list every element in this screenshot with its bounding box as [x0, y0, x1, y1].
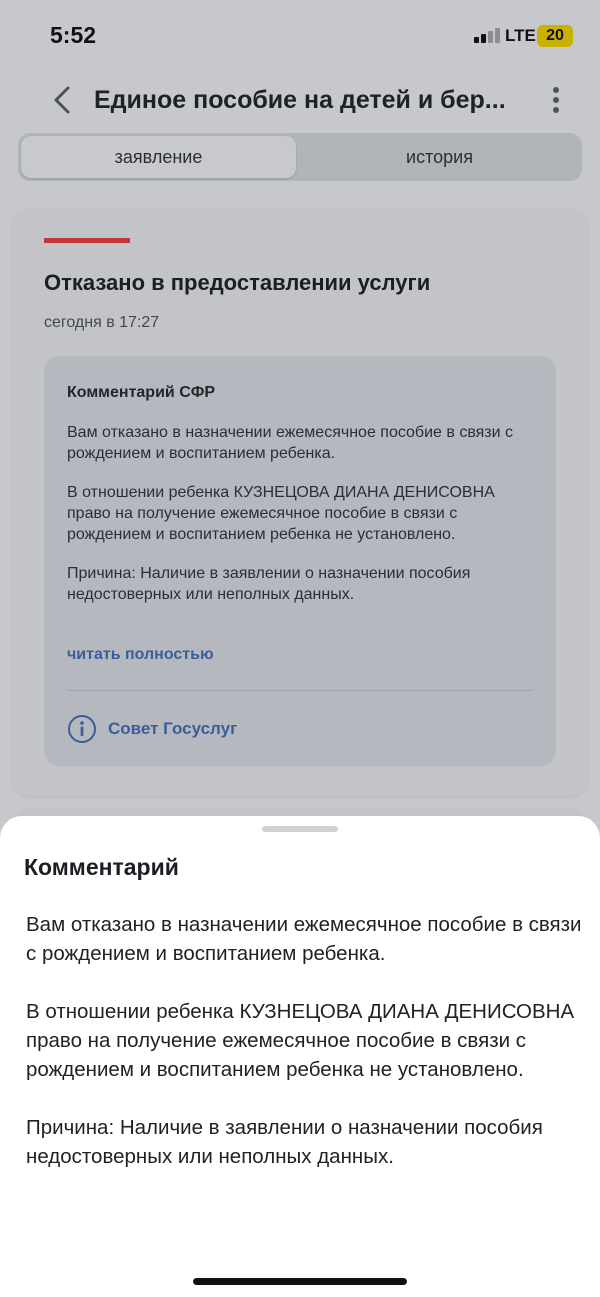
status-title: Отказано в предоставлении услуги [44, 270, 431, 295]
sheet-text: Вам отказано в назначении ежемесячное по… [26, 910, 586, 1200]
home-indicator[interactable] [193, 1278, 407, 1285]
status-bar: 5:52 LTE 20 [0, 0, 600, 72]
battery-icon: 20 [537, 25, 573, 47]
segmented-tabs: заявление история [18, 133, 582, 181]
sheet-grabber-handle[interactable] [262, 826, 338, 832]
screen: 5:52 LTE 20 Единое пособие на детей и бе… [0, 0, 600, 1297]
tab-application[interactable]: заявление [21, 136, 296, 178]
comment-text: Вам отказано в назначении ежемесячное по… [67, 422, 539, 623]
sheet-paragraph: В отношении ребенка КУЗНЕЦОВА ДИАНА ДЕНИ… [26, 1000, 575, 1081]
battery-level: 20 [546, 27, 564, 44]
sheet-paragraph: Вам отказано в назначении ежемесячное по… [26, 913, 582, 965]
comment-bottom-sheet: Комментарий Вам отказано в назначении еж… [0, 816, 600, 1297]
page-title: Единое пособие на детей и бер... [94, 86, 506, 114]
app-header: Единое пособие на детей и бер... [0, 78, 600, 128]
cellular-signal-icon [474, 27, 500, 43]
more-vertical-icon[interactable] [545, 86, 567, 116]
network-type: LTE [505, 26, 536, 45]
divider [67, 690, 533, 691]
sheet-paragraph: Причина: Наличие в заявлении о назначени… [26, 1116, 543, 1168]
status-timestamp: сегодня в 17:27 [44, 314, 160, 331]
comment-paragraph: Причина: Наличие в заявлении о назначени… [67, 565, 471, 603]
status-time: 5:52 [50, 22, 97, 48]
status-card: Отказано в предоставлении услуги сегодня… [12, 208, 588, 796]
read-more-link[interactable]: читать полностью [67, 646, 214, 664]
tab-history[interactable]: история [300, 136, 579, 178]
sheet-title: Комментарий [24, 854, 179, 880]
advice-label: Совет Госуслуг [108, 719, 238, 738]
comment-paragraph: В отношении ребенка КУЗНЕЦОВА ДИАНА ДЕНИ… [67, 484, 495, 543]
info-icon [68, 715, 96, 743]
chevron-left-icon[interactable] [48, 82, 78, 118]
status-indicator-line [44, 238, 130, 243]
gosuslugi-advice-link[interactable]: Совет Госуслуг [67, 714, 237, 744]
comment-paragraph: Вам отказано в назначении ежемесячное по… [67, 424, 514, 462]
comment-heading: Комментарий СФР [67, 384, 216, 401]
comment-box: Комментарий СФР Вам отказано в назначени… [44, 356, 556, 766]
